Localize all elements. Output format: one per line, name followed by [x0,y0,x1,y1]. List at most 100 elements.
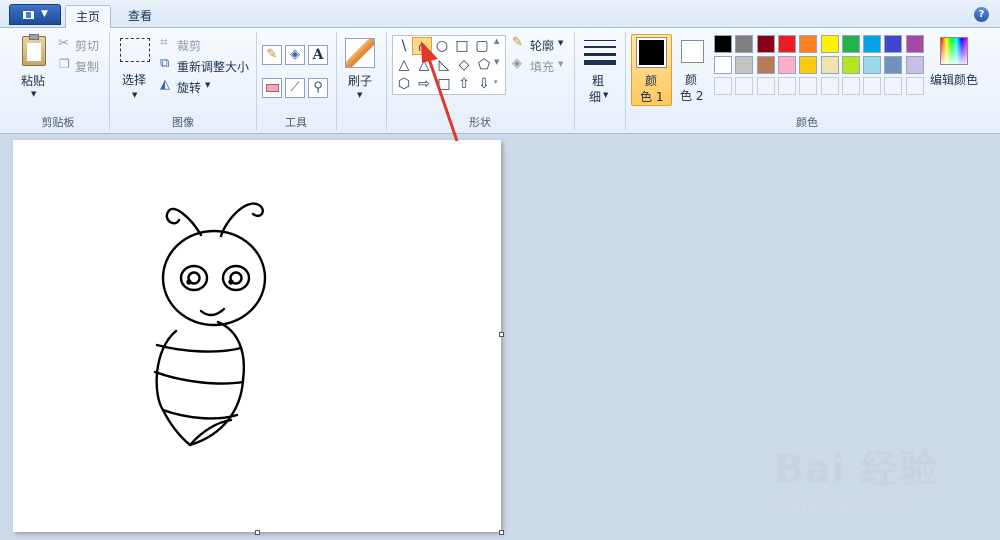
palette-swatch[interactable] [799,35,818,53]
resize-handle-bottom[interactable] [255,530,260,535]
palette-swatch[interactable] [841,56,860,74]
color-2-swatch [681,40,704,63]
color-1-button[interactable]: 颜 色 1 [631,34,672,106]
tab-home[interactable]: 主页 [65,5,111,29]
watermark-brand: Bai 经验 [775,447,938,491]
eraser-icon [266,84,279,92]
palette-swatch[interactable] [735,77,754,95]
palette-swatch[interactable] [841,35,860,53]
chevron-down-icon: ▼ [41,9,48,19]
palette-swatch[interactable] [799,77,818,95]
text-tool[interactable]: A [308,45,328,65]
pencil-tool[interactable]: ✎ [262,45,282,65]
chevron-down-icon: ▼ [357,91,363,99]
crop-icon: ⌗ [160,35,168,50]
edit-colors-label: 编辑颜色 [930,73,979,87]
chevron-down-icon: ▼ [558,60,564,68]
color-picker-tool[interactable]: ⟋ [285,78,305,98]
palette-swatch[interactable] [884,56,903,74]
palette-swatch[interactable] [777,56,796,74]
color-2-label-b: 色 2 [680,89,704,103]
color-spectrum-icon [940,37,968,65]
tab-view[interactable]: 查看 [117,5,163,29]
chevron-down-icon: ▼ [132,91,138,99]
color-2-label-a: 颜 [685,73,698,87]
fill-tool[interactable]: ◈ [285,45,305,65]
tools-group-label: 工具 [285,116,307,129]
colors-group-label: 颜色 [796,116,818,129]
annotation-arrow [421,41,459,142]
edit-colors-button[interactable]: 编辑颜色 [930,36,980,96]
document-icon [22,10,35,20]
palette-swatch[interactable] [714,56,732,74]
drawing-canvas[interactable] [13,140,501,532]
palette-swatch[interactable] [863,35,882,53]
copy-label: 复制 [75,60,100,74]
magnifier-tool[interactable]: ⚲ [308,78,328,98]
palette-swatch[interactable] [863,56,882,74]
resize-handle-right[interactable] [499,332,504,337]
image-group-label: 图像 [172,116,194,129]
palette-swatch[interactable] [756,77,775,95]
palette-swatch[interactable] [799,56,818,74]
shapes-scroll-up[interactable]: ▲ [494,37,504,55]
resize-label: 重新调整大小 [177,60,250,74]
copy-icon: ❐ [59,57,70,71]
color-2-button[interactable]: 颜 色 2 [675,34,711,106]
palette-swatch[interactable] [714,35,732,53]
eraser-tool[interactable] [262,78,282,98]
palette-swatch[interactable] [735,35,754,53]
chevron-down-icon: ▼ [205,81,211,89]
outline-button[interactable]: ✎ 轮廓 ▼ [512,35,568,53]
palette-swatch[interactable] [756,56,775,74]
paint-menu-button[interactable]: ▼ [9,4,61,25]
chevron-down-icon: ▼ [603,91,609,99]
chevron-down-icon: ▼ [558,39,564,47]
shapes-scroll-down[interactable]: ▼ [494,58,504,76]
size-button[interactable]: 粗 细 ▼ [580,36,620,106]
brushes-button[interactable]: 刷子 ▼ [343,36,379,106]
color-1-label-a: 颜 [645,74,658,88]
palette-swatch[interactable] [735,56,754,74]
text-icon: A [312,47,324,63]
resize-button[interactable]: ⧉ 重新调整大小 [160,56,252,74]
rotate-button[interactable]: ◭ 旋转 ▼ [160,77,220,95]
color-palette [714,35,928,97]
palette-swatch[interactable] [820,56,839,74]
size-label-line2: 细 [589,90,602,104]
palette-swatch[interactable] [905,77,924,95]
palette-swatch[interactable] [905,35,924,53]
fill-button[interactable]: ◈ 填充 ▼ [512,56,568,74]
watermark-url: jingyan.baidu.com [775,497,905,513]
palette-swatch[interactable] [777,35,796,53]
palette-swatch[interactable] [820,35,839,53]
clipboard-icon [22,34,46,66]
paste-button[interactable]: 粘贴 ▼ [17,34,51,104]
palette-swatch[interactable] [714,77,732,95]
color-1-label-b: 色 1 [640,90,664,104]
select-button[interactable]: 选择 ▼ [118,36,154,106]
copy-button[interactable]: ❐ 复制 [58,57,104,74]
size-label-line1: 粗 [592,74,605,88]
palette-swatch[interactable] [884,35,903,53]
crop-button[interactable]: ⌗ 裁剪 [160,35,220,53]
resize-handle-corner[interactable] [499,530,504,535]
palette-swatch[interactable] [884,77,903,95]
chevron-down-icon: ▼ [31,90,37,98]
palette-swatch[interactable] [841,77,860,95]
clipboard-group-label: 剪贴板 [41,116,75,129]
paste-label: 粘贴 [21,74,46,88]
rotate-icon: ◭ [160,77,170,92]
palette-swatch[interactable] [777,77,796,95]
crop-label: 裁剪 [177,39,202,53]
color-1-swatch [636,37,667,68]
palette-swatch[interactable] [863,77,882,95]
palette-swatch[interactable] [820,77,839,95]
palette-swatch[interactable] [905,56,924,74]
shapes-expand[interactable]: ▾ [494,78,504,92]
paint-bucket-icon: ◈ [290,47,300,62]
select-label: 选择 [122,73,147,87]
help-icon[interactable]: ? [974,7,989,22]
palette-swatch[interactable] [756,35,775,53]
cut-button[interactable]: ✂ 剪切 [58,36,104,53]
